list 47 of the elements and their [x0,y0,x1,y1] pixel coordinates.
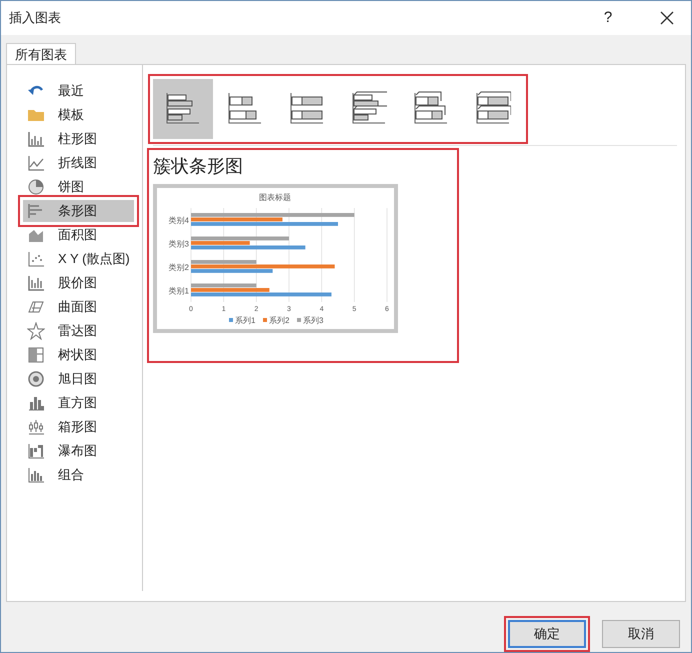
legend-label: 系列2 [269,316,290,325]
chart-title: 图表标题 [259,193,291,202]
help-button[interactable]: ? [593,6,623,30]
chart-type-item[interactable]: 箱形图 [23,416,134,438]
chart-type-icon [27,202,45,220]
category-label: 类别4 [168,216,189,225]
chart-type-item[interactable]: 曲面图 [23,296,134,318]
chart-type-item[interactable]: 直方图 [23,392,134,414]
chart-type-icon [27,130,45,148]
chart-type-item[interactable]: X Y (散点图) [23,248,134,270]
chart-type-item[interactable]: 股价图 [23,272,134,294]
chart-subtype-option[interactable] [153,79,213,139]
chart-type-item[interactable]: 折线图 [23,152,134,174]
chart-type-item[interactable]: 柱形图 [23,128,134,150]
chart-type-icon [27,466,45,484]
chart-type-item[interactable]: 雷达图 [23,320,134,342]
legend-item: 系列1 [229,316,256,325]
chart-type-icon [27,250,45,268]
legend-item: 系列2 [263,316,290,325]
chart-type-item[interactable]: 旭日图 [23,368,134,390]
chart-type-icon [27,442,45,460]
chart-type-icon [27,394,45,412]
chart-type-icon [27,418,45,436]
dialog-button[interactable]: 确定 [504,616,590,652]
chart-type-icon [27,154,45,172]
chart-type-icon [27,346,45,364]
legend-label: 系列3 [303,316,324,325]
chart-type-item[interactable]: 树状图 [23,344,134,366]
chart-type-item[interactable]: 最近 [23,80,134,102]
chart-type-item[interactable]: 瀑布图 [23,440,134,462]
chart-type-item[interactable]: 条形图 [23,200,134,222]
chart-type-item[interactable]: 模板 [23,104,134,126]
legend-item: 系列3 [297,316,324,325]
category-label: 类别3 [168,239,189,248]
category-label: 类别1 [168,286,189,296]
chart-type-icon [27,370,45,388]
chart-type-icon [27,322,45,340]
chart-type-icon [27,178,45,196]
chart-type-item[interactable]: 组合 [23,464,134,486]
category-label: 类别2 [168,262,189,272]
chart-type-icon [27,274,45,292]
legend-label: 系列1 [235,316,256,325]
tab[interactable]: 所有图表 [6,43,76,65]
chart-type-item[interactable]: 饼图 [23,176,134,198]
chart-type-item[interactable]: 面积图 [23,224,134,246]
window-title: 插入图表 [9,9,61,28]
chart-subtype-title: 簇状条形图 [153,155,244,178]
